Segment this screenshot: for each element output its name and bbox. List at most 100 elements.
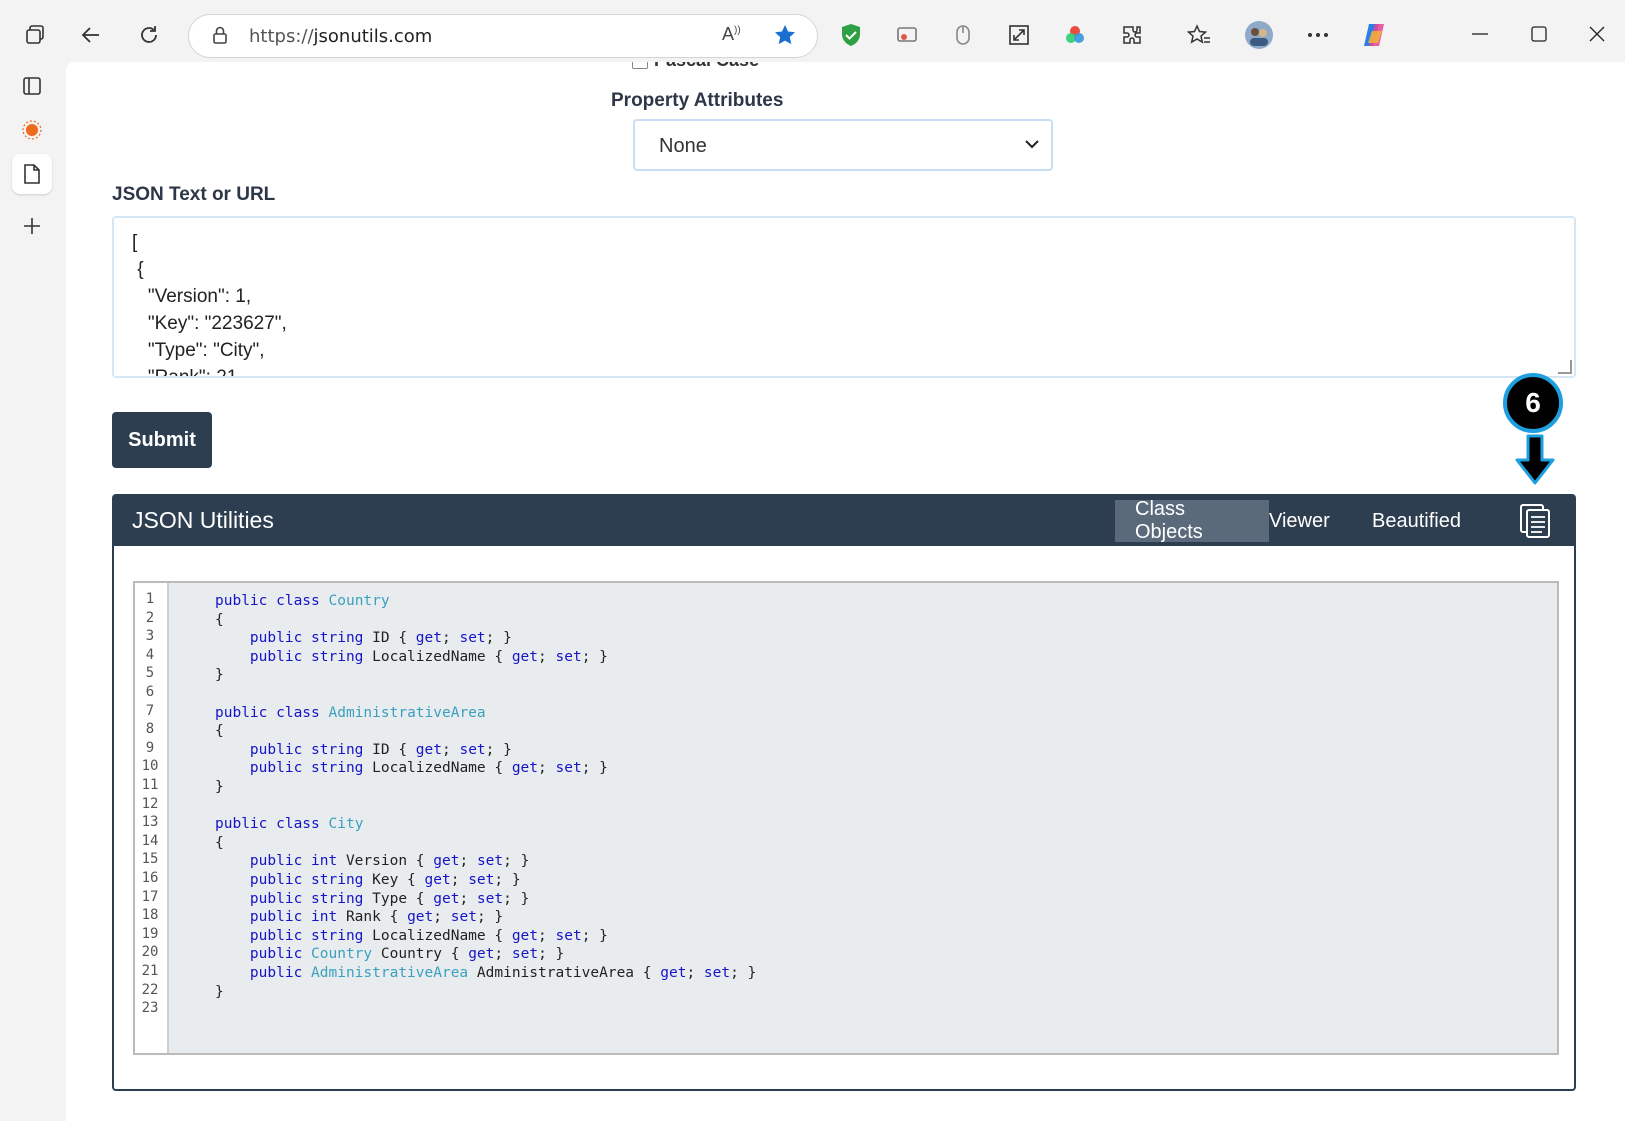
- pascal-case-checkbox[interactable]: Pascal Case: [632, 62, 759, 71]
- web-page: Pascal Case Property Attributes None JSO…: [66, 62, 1625, 1121]
- json-line: "Type": "City",: [132, 340, 265, 361]
- code-keyword: set: [511, 946, 539, 963]
- line-number: 10: [141, 758, 159, 775]
- code-keyword: public class: [215, 593, 329, 609]
- line-number: 9: [145, 739, 155, 756]
- submit-button[interactable]: Submit: [112, 412, 212, 468]
- code-keyword: public: [249, 965, 312, 981]
- more-options-icon[interactable]: [1299, 16, 1337, 54]
- copy-icon[interactable]: [1518, 503, 1552, 539]
- code-text: ID {: [372, 741, 416, 758]
- cast-extension-icon[interactable]: [888, 16, 926, 54]
- code-text: }: [215, 667, 224, 684]
- url-prefix: https://: [249, 26, 314, 47]
- color-picker-extension-icon[interactable]: [1056, 16, 1094, 54]
- chevron-down-icon: [1025, 133, 1039, 154]
- checkbox-box[interactable]: [632, 62, 648, 70]
- mouse-extension-icon[interactable]: [944, 16, 982, 54]
- code-editor[interactable]: 1 2 3 4 5 6 7 8 9 10 11 12 13 14 15 16 17 18 19 20 21 22 23 pu…: [133, 581, 1559, 1055]
- code-text: Rank {: [345, 909, 408, 926]
- code-type: AdministrativeArea: [328, 704, 486, 721]
- tab-current-page-icon[interactable]: [12, 154, 52, 194]
- line-number: 4: [145, 646, 155, 663]
- code-keyword: get: [407, 909, 434, 926]
- code-type: Country: [328, 593, 390, 609]
- line-number: 17: [141, 888, 159, 905]
- code-keyword: get: [433, 890, 460, 907]
- code-line: public int Version { get; set; }: [215, 853, 529, 869]
- new-tab-icon[interactable]: [12, 206, 52, 246]
- line-number: 3: [145, 628, 155, 645]
- code-line: }: [215, 779, 224, 795]
- maximize-icon[interactable]: [1516, 14, 1562, 54]
- code-text: ID {: [372, 630, 416, 647]
- code-keyword: public int: [249, 909, 346, 926]
- code-text: ; }: [730, 965, 757, 981]
- shield-extension-icon[interactable]: [832, 16, 870, 54]
- code-keyword: get: [511, 648, 539, 665]
- code-type: Country: [311, 946, 381, 963]
- line-number: 11: [141, 777, 159, 793]
- json-text-label: JSON Text or URL: [112, 184, 276, 205]
- json-textarea[interactable]: [ { "Version": 1, "Key": "223627", "Type…: [112, 216, 1576, 378]
- read-aloud-icon[interactable]: A)): [722, 24, 741, 45]
- resize-extension-icon[interactable]: [1000, 16, 1038, 54]
- code-keyword: get: [468, 946, 495, 963]
- copilot-icon[interactable]: [1355, 16, 1393, 54]
- code-text: ; }: [581, 760, 608, 777]
- url-text: https://jsonutils.com: [249, 26, 432, 47]
- close-icon[interactable]: [1574, 14, 1620, 54]
- profile-avatar[interactable]: [1240, 16, 1278, 54]
- workspaces-icon[interactable]: [16, 16, 54, 54]
- json-line: "Rank": 21,: [132, 367, 243, 378]
- code-text: ; }: [503, 853, 530, 870]
- line-number: 13: [141, 814, 159, 831]
- line-number: 16: [141, 870, 159, 886]
- code-text: ;: [442, 741, 460, 758]
- json-line: {: [132, 259, 144, 280]
- code-keyword: public int: [249, 853, 346, 870]
- code-text: ; }: [581, 648, 608, 665]
- code-keyword: public: [249, 946, 312, 963]
- favorites-icon[interactable]: [1180, 16, 1218, 54]
- code-keyword: public string: [249, 890, 373, 907]
- refresh-icon[interactable]: [130, 16, 168, 54]
- code-keyword: get: [424, 872, 451, 888]
- json-line: "Key": "223627",: [132, 313, 287, 334]
- favorite-star-icon[interactable]: [773, 23, 797, 52]
- line-number: 20: [141, 944, 159, 961]
- json-line: "Version": 1,: [132, 286, 252, 307]
- code-text: ; }: [476, 909, 504, 926]
- lock-icon[interactable]: [211, 25, 229, 50]
- code-text: }: [215, 983, 224, 1000]
- code-keyword: public string: [249, 927, 373, 944]
- utilities-title: JSON Utilities: [132, 507, 274, 533]
- line-number: 2: [145, 609, 155, 626]
- address-bar[interactable]: https://jsonutils.com A)): [188, 14, 818, 58]
- tab-actions-icon[interactable]: [12, 66, 52, 106]
- code-text: LocalizedName {: [372, 927, 512, 944]
- code-line: public string Key { get; set; }: [215, 872, 521, 888]
- code-line: }: [215, 984, 224, 1000]
- extensions-icon[interactable]: [1113, 16, 1151, 54]
- line-number: 1: [145, 591, 155, 607]
- property-attributes-select[interactable]: None: [633, 119, 1053, 171]
- code-text: ;: [450, 872, 469, 888]
- tab-beautified[interactable]: Beautified: [1352, 500, 1481, 542]
- code-text: ; }: [494, 872, 521, 888]
- code-line: public string LocalizedName { get; set; …: [215, 649, 608, 665]
- line-number: 6: [145, 684, 155, 700]
- back-icon[interactable]: [72, 16, 110, 54]
- minimize-icon[interactable]: [1457, 14, 1503, 54]
- code-keyword: get: [660, 965, 687, 981]
- tab-favicon-orange-icon[interactable]: [12, 110, 52, 150]
- line-number-gutter: 1 2 3 4 5 6 7 8 9 10 11 12 13 14 15 16 17 18 19 20 21 22 23: [135, 583, 169, 1053]
- resize-handle[interactable]: [1558, 360, 1572, 374]
- code-text: ;: [538, 760, 556, 777]
- code-text: ;: [494, 946, 512, 963]
- tab-class-objects[interactable]: Class Objects: [1115, 498, 1269, 543]
- tab-viewer[interactable]: Viewer: [1249, 500, 1350, 542]
